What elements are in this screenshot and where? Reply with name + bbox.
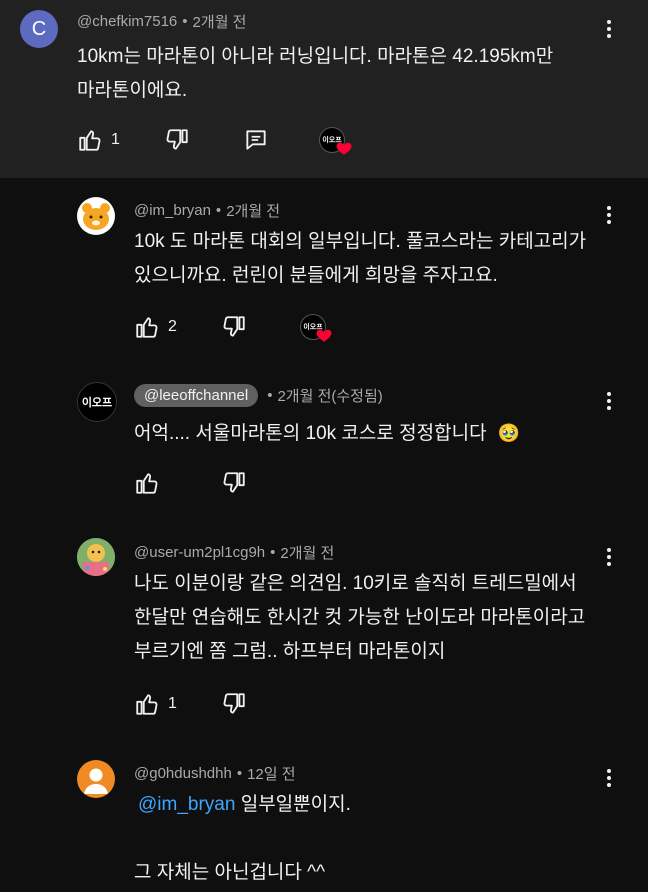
timestamp[interactable]: 2개월 전(수정됨) [277, 385, 382, 406]
like-icon[interactable] [134, 691, 160, 717]
bear-avatar-icon [82, 203, 110, 230]
author-handle[interactable]: @user-um2pl1cg9h [134, 544, 265, 561]
comment-meta: @g0hdushdhh • 12일 전 [134, 763, 296, 784]
author-handle[interactable]: @im_bryan [134, 202, 211, 219]
avatar[interactable]: 이오프 [77, 382, 117, 422]
comment-text: 10km는 마라톤이 아니라 러닝입니다. 마라톤은 42.195km만 마라톤… [77, 46, 554, 101]
timestamp[interactable]: 12일 전 [247, 763, 295, 784]
dislike-icon[interactable] [221, 691, 247, 717]
comment-actions: 1 [134, 691, 177, 717]
avatar[interactable] [77, 538, 115, 576]
comment-text: 10k 도 마라톤 대회의 일부입니다. 풀코스라는 카테고리가 있으니까요. … [134, 231, 587, 286]
avatar[interactable] [77, 197, 115, 235]
more-options-button[interactable] [597, 389, 621, 413]
dislike-icon[interactable] [221, 314, 247, 340]
mention-link[interactable]: @im_bryan [138, 794, 235, 815]
comment-meta: @user-um2pl1cg9h • 2개월 전 [134, 542, 335, 563]
more-options-button[interactable] [597, 766, 621, 790]
creator-handle-badge[interactable]: @leeoffchannel [134, 384, 259, 407]
author-handle[interactable]: @g0hdushdhh [134, 765, 232, 782]
more-options-button[interactable] [597, 545, 621, 569]
channel-logo: 이오프 [81, 397, 113, 409]
comment-text: 나도 이분이랑 같은 의견임. 10키로 솔직히 트레드밀에서 한달만 연습해도… [134, 573, 586, 662]
comment-actions: 2 [134, 314, 177, 340]
like-icon[interactable] [134, 314, 160, 340]
creator-heart-badge: 이오프 [319, 127, 355, 157]
comment-text: 어억.... 서울마라톤의 10k 코스로 정정합니다 🥹 [134, 423, 521, 444]
comment-actions: 1 [77, 127, 120, 153]
avatar[interactable]: C [20, 10, 58, 48]
pleading-face-emoji: 🥹 [497, 423, 521, 443]
comment-meta: @leeoffchannel • 2개월 전(수정됨) [134, 384, 383, 407]
like-count: 2 [168, 318, 177, 335]
reply-icon[interactable] [243, 127, 269, 153]
default-user-icon [84, 768, 108, 794]
comment-g0hdushdhh: @g0hdushdhh • 12일 전 @im_bryan 일부일뿐이지. 그 … [0, 748, 648, 892]
comment-chefkim: C @chefkim7516 • 2개월 전 10km는 마라톤이 아니라 러닝… [0, 0, 648, 178]
like-icon[interactable] [134, 470, 160, 496]
heart-icon [336, 142, 352, 155]
heart-icon [316, 329, 332, 342]
comment-text: @im_bryan 일부일뿐이지. 그 자체는 아닌겁니다 ^^ [134, 794, 351, 883]
comment-im-bryan: @im_bryan • 2개월 전 10k 도 마라톤 대회의 일부입니다. 풀… [0, 178, 648, 358]
comment-user-um2pl1cg9h: @user-um2pl1cg9h • 2개월 전 나도 이분이랑 같은 의견임.… [0, 528, 648, 748]
timestamp[interactable]: 2개월 전 [226, 200, 280, 221]
author-handle[interactable]: @chefkim7516 [77, 13, 177, 30]
comment-meta: @im_bryan • 2개월 전 [134, 200, 281, 221]
more-options-button[interactable] [597, 203, 621, 227]
dislike-icon[interactable] [221, 470, 247, 496]
like-count: 1 [111, 131, 120, 148]
creator-heart-badge: 이오프 [300, 314, 336, 344]
avatar[interactable] [77, 760, 115, 798]
dislike-icon[interactable] [164, 127, 190, 153]
comment-leeoffchannel: 이오프 @leeoffchannel • 2개월 전(수정됨) 어억.... 서… [0, 358, 648, 528]
like-count: 1 [168, 695, 177, 712]
more-options-button[interactable] [597, 17, 621, 41]
comment-meta: @chefkim7516 • 2개월 전 [77, 11, 247, 32]
timestamp[interactable]: 2개월 전 [193, 11, 247, 32]
character-avatar-icon [77, 538, 115, 576]
timestamp[interactable]: 2개월 전 [280, 542, 334, 563]
like-icon[interactable] [77, 127, 103, 153]
